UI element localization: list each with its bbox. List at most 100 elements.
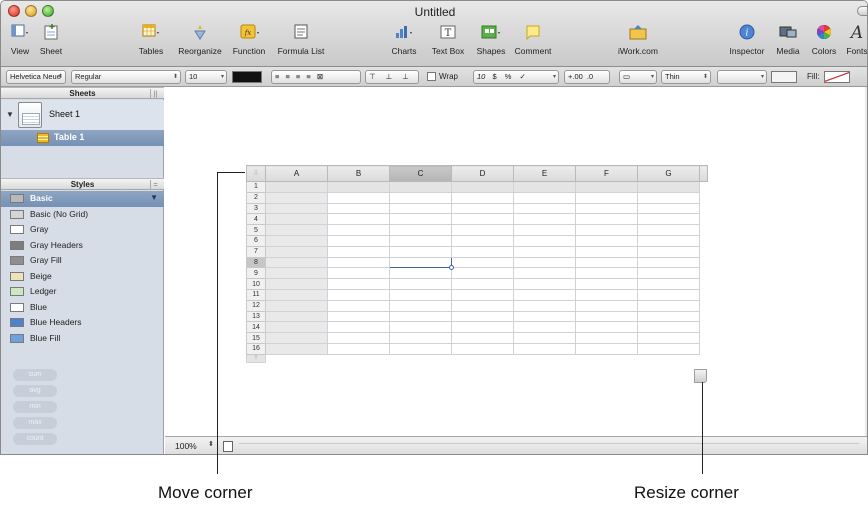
formula-min-button[interactable]: min	[13, 401, 57, 413]
column-header-a[interactable]: A	[265, 165, 328, 182]
formula-list-button[interactable]: Formula List	[273, 23, 329, 56]
table-cell[interactable]	[575, 267, 638, 280]
table-cell[interactable]	[575, 342, 638, 355]
toolbar-toggle-button[interactable]	[857, 6, 867, 16]
row-header[interactable]: 3	[246, 202, 266, 215]
row-header[interactable]: 16	[246, 342, 266, 355]
table-cell[interactable]	[637, 256, 700, 269]
table-cell[interactable]	[513, 245, 576, 258]
page-view-icon[interactable]	[223, 441, 233, 452]
table-cell[interactable]	[389, 310, 452, 323]
text-color-well[interactable]	[232, 71, 262, 83]
table-cell[interactable]	[265, 321, 328, 334]
table-cell[interactable]	[513, 299, 576, 312]
row-header[interactable]: 4	[246, 213, 266, 226]
table-cell[interactable]	[575, 202, 638, 215]
table-cell[interactable]	[265, 342, 328, 355]
updown-icon[interactable]: ⬍	[208, 440, 214, 448]
row-header[interactable]: 11	[246, 288, 266, 301]
table-cell[interactable]	[575, 332, 638, 344]
style-item-blue[interactable]: Blue	[1, 300, 164, 316]
row-header[interactable]: 9	[246, 267, 266, 280]
function-button[interactable]: fx Function	[229, 23, 269, 56]
column-header-e[interactable]: E	[513, 165, 576, 182]
table-cell[interactable]	[451, 213, 514, 226]
view-button[interactable]: View	[7, 23, 33, 56]
resize-corner-handle[interactable]	[694, 369, 707, 383]
style-item-gray-headers[interactable]: Gray Headers	[1, 238, 164, 254]
border-style-select[interactable]: ▭ ▾	[619, 70, 657, 84]
table-cell[interactable]	[513, 278, 576, 290]
column-header-c[interactable]: C	[389, 165, 452, 182]
table-cell[interactable]	[637, 288, 700, 301]
table-cell[interactable]	[327, 310, 390, 323]
formula-count-button[interactable]: count	[13, 433, 57, 445]
table-cell[interactable]	[389, 234, 452, 247]
table-cell[interactable]	[451, 310, 514, 323]
table-cell[interactable]	[575, 278, 638, 290]
table-cell[interactable]	[513, 224, 576, 236]
style-item-ledger[interactable]: Ledger	[1, 284, 164, 300]
fill-color-well[interactable]	[824, 71, 850, 83]
table-cell[interactable]	[327, 267, 390, 280]
divider-grip-icon[interactable]: ||	[150, 89, 160, 98]
horizontal-scrollbar[interactable]	[239, 443, 859, 449]
table-cell[interactable]	[575, 234, 638, 247]
table-cell[interactable]	[513, 234, 576, 247]
wrap-checkbox[interactable]	[427, 72, 436, 81]
sidebar-item-table-1[interactable]: Table 1	[1, 130, 164, 146]
comment-button[interactable]: Comment	[511, 23, 555, 56]
row-header[interactable]: 12	[246, 299, 266, 312]
number-format-controls[interactable]: 10 $ % ✓ ▾	[473, 70, 559, 84]
font-size-field[interactable]: 10 ▾	[185, 70, 227, 84]
table-cell[interactable]	[265, 278, 328, 290]
table-cell[interactable]	[389, 342, 452, 355]
table-cell[interactable]	[637, 267, 700, 280]
table-cell[interactable]	[513, 213, 576, 226]
table-cell[interactable]	[637, 245, 700, 258]
column-header-g[interactable]: G	[637, 165, 700, 182]
text-box-button[interactable]: T Text Box	[427, 23, 469, 56]
table-cell[interactable]	[451, 299, 514, 312]
table-cell[interactable]	[265, 245, 328, 258]
table-cell[interactable]	[575, 224, 638, 236]
table-cell[interactable]	[451, 224, 514, 236]
font-style-select[interactable]: Regular ⬍	[71, 70, 181, 84]
table-cell[interactable]	[451, 191, 514, 204]
sheet-button[interactable]: Sheet	[37, 23, 65, 56]
table-cell[interactable]	[575, 321, 638, 334]
table-cell[interactable]	[513, 267, 576, 280]
style-item-basic[interactable]: Basic ▼	[1, 191, 164, 207]
table-cell[interactable]	[637, 213, 700, 226]
alignment-controls[interactable]: ≡ ≡ ≡ ≡ ⊠	[271, 70, 361, 84]
vertical-alignment-controls[interactable]: ⊤ ⊥ ⊥	[365, 70, 419, 84]
table-cell[interactable]	[451, 321, 514, 334]
chevron-down-icon[interactable]: ▼	[150, 193, 158, 202]
table-cell[interactable]	[451, 278, 514, 290]
table-cell[interactable]	[265, 234, 328, 247]
table-cell[interactable]	[513, 181, 576, 193]
table-cell[interactable]	[575, 181, 638, 193]
table-cell[interactable]	[327, 234, 390, 247]
row-header[interactable]: 13	[246, 310, 266, 323]
column-header-d[interactable]: D	[451, 165, 514, 182]
table-cell[interactable]	[575, 245, 638, 258]
sidebar-item-sheet-1[interactable]: ▼ Sheet 1	[1, 100, 164, 130]
table-cell[interactable]	[637, 224, 700, 236]
table-cell[interactable]	[389, 191, 452, 204]
style-item-gray[interactable]: Gray	[1, 222, 164, 238]
table-cell[interactable]	[265, 202, 328, 215]
table-cell[interactable]	[575, 310, 638, 323]
table-cell[interactable]	[389, 278, 452, 290]
table-cell[interactable]	[389, 224, 452, 236]
add-row-handle[interactable]: ⠿	[246, 353, 266, 363]
table-cell[interactable]	[327, 256, 390, 269]
row-header[interactable]: 8	[246, 256, 266, 269]
style-item-beige[interactable]: Beige	[1, 269, 164, 285]
table-cell[interactable]	[389, 202, 452, 215]
table-cell[interactable]	[451, 234, 514, 247]
table-cell[interactable]	[265, 181, 328, 193]
table-cell[interactable]	[265, 267, 328, 280]
row-header[interactable]: 5	[246, 224, 266, 236]
media-button[interactable]: Media	[773, 23, 803, 56]
